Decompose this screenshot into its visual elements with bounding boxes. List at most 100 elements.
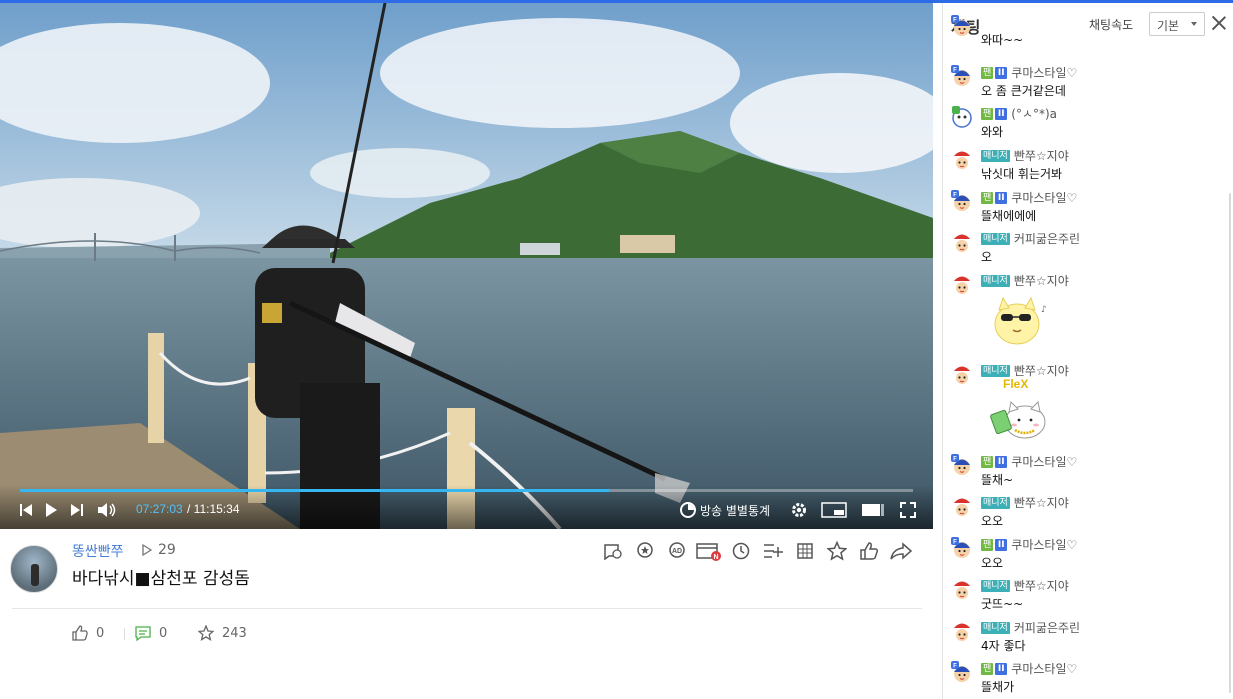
chat-speed-label: 채팅속도 <box>1089 18 1134 32</box>
fan-badge: 팬 <box>981 662 994 675</box>
user-avatar-icon[interactable]: F <box>951 15 973 37</box>
player-controls: 07:27:03 / 11:15:34 방송 별별통계 <box>0 485 933 529</box>
svg-text:♪: ♪ <box>1041 305 1047 315</box>
like-count: 0 <box>96 625 105 641</box>
chat-user-line: 매니저 빤쭈☆지야 <box>981 494 1069 511</box>
user-avatar-icon[interactable]: F <box>951 454 973 476</box>
chat-sticker-image: ♪ <box>989 290 1049 354</box>
streamer-name-link[interactable]: 똥싼빤쭈 <box>72 541 124 561</box>
chat-user-line: 팬 II 쿠마스타일♡ <box>981 453 1077 470</box>
streamer-avatar[interactable] <box>10 545 58 593</box>
chevron-down-icon <box>1191 22 1197 26</box>
chat-text: 뜰채~ <box>981 473 1014 487</box>
video-toolbar: AD N <box>600 540 913 562</box>
settings-gear-icon[interactable] <box>789 499 809 521</box>
current-time: 07:27:03 <box>136 502 183 516</box>
chat-user-line: 매니저 커피굶은주린 <box>981 619 1080 636</box>
favorite-stat[interactable]: 243 <box>198 625 247 641</box>
chat-nickname[interactable]: 빤쭈☆지야 <box>1014 577 1069 594</box>
subscriber-badge: II <box>995 538 1008 551</box>
manager-badge: 매니저 <box>981 621 1010 634</box>
history-clock-icon[interactable] <box>728 540 753 562</box>
info-divider <box>12 608 922 609</box>
favorite-star-icon[interactable] <box>824 540 849 562</box>
play-icon[interactable] <box>43 499 59 521</box>
share-arrow-icon[interactable] <box>888 540 913 562</box>
grid-view-icon[interactable] <box>792 540 817 562</box>
manager-badge: 매니저 <box>981 274 1010 287</box>
fullscreen-icon[interactable] <box>898 499 918 521</box>
chat-nickname[interactable]: 쿠마스타일♡ <box>1011 660 1077 677</box>
ad-balloon-icon[interactable]: AD <box>664 540 689 562</box>
chat-text: 와따~~ <box>981 33 1024 47</box>
chat-nickname[interactable]: 쿠마스타일♡ <box>1011 453 1077 470</box>
user-avatar-icon[interactable] <box>951 578 973 600</box>
chat-text: 오 좀 큰거같은데 <box>981 84 1066 98</box>
user-avatar-icon[interactable] <box>951 363 973 385</box>
sticker-icon[interactable] <box>600 540 625 562</box>
chat-nickname[interactable]: 쿠마스타일♡ <box>1011 189 1077 206</box>
manager-badge: 매니저 <box>981 149 1010 162</box>
like-stat[interactable]: 0 <box>72 625 104 641</box>
user-avatar-icon[interactable] <box>951 231 973 253</box>
like-thumb-icon <box>72 625 88 641</box>
chat-user-line: 팬 II (°ㅅ°*)a <box>981 105 1057 122</box>
user-avatar-icon[interactable] <box>951 620 973 642</box>
close-icon[interactable] <box>1211 15 1227 31</box>
progress-fill <box>20 489 610 492</box>
chat-nickname[interactable]: 커피굶은주린 <box>1014 230 1080 247</box>
broadcast-stats-button[interactable]: 방송 별별통계 <box>680 499 770 521</box>
chat-nickname[interactable]: 쿠마스타일♡ <box>1011 64 1077 81</box>
fan-badge: 팬 <box>981 455 994 468</box>
user-avatar-icon[interactable] <box>951 495 973 517</box>
chat-nickname[interactable]: (°ㅅ°*)a <box>1011 105 1057 122</box>
svg-text:F: F <box>953 540 957 546</box>
svg-text:F: F <box>953 193 957 199</box>
video-player[interactable]: 07:27:03 / 11:15:34 방송 별별통계 <box>0 3 933 529</box>
fan-badge: 팬 <box>981 538 994 551</box>
svg-text:F: F <box>953 18 957 24</box>
chat-panel: 채팅 채팅속도 기본 F와따~~F팬II쿠마스타일♡오 좀 큰거같은데팬II(°… <box>942 3 1233 699</box>
manager-badge: 매니저 <box>981 579 1010 592</box>
view-count: 29 <box>142 542 176 558</box>
chat-speed-value: 기본 <box>1157 19 1180 33</box>
skip-next-icon[interactable] <box>69 499 85 521</box>
star-balloon-icon[interactable] <box>632 540 657 562</box>
theater-mode-icon[interactable] <box>860 499 886 521</box>
play-count-icon <box>142 544 152 556</box>
chat-user-line: 매니저 빤쭈☆지야 <box>981 272 1069 289</box>
chat-scrollbar[interactable] <box>1229 193 1231 693</box>
like-thumb-icon[interactable] <box>856 540 881 562</box>
broadcast-stats-label: 방송 별별통계 <box>700 503 771 518</box>
chat-speed-select[interactable]: 기본 <box>1149 12 1205 36</box>
chat-nickname[interactable]: 쿠마스타일♡ <box>1011 536 1077 553</box>
progress-bar[interactable] <box>20 489 913 492</box>
user-avatar-icon[interactable] <box>951 148 973 170</box>
fan-badge: 팬 <box>981 107 994 120</box>
chat-nickname[interactable]: 빤쭈☆지야 <box>1014 147 1069 164</box>
volume-icon[interactable] <box>96 499 118 521</box>
chat-nickname[interactable]: 커피굶은주린 <box>1014 619 1080 636</box>
user-avatar-icon[interactable] <box>951 106 973 128</box>
chat-text: 낚싯대 휘는거봐 <box>981 167 1063 181</box>
user-avatar-icon[interactable] <box>951 273 973 295</box>
chat-user-line: 팬 II 쿠마스타일♡ <box>981 64 1077 81</box>
add-playlist-icon[interactable] <box>760 540 785 562</box>
comment-stat[interactable]: 0 <box>135 625 167 641</box>
chat-sticker-image: FleX <box>989 377 1055 450</box>
svg-text:F: F <box>953 457 957 463</box>
fan-badge: 팬 <box>981 66 994 79</box>
user-avatar-icon[interactable]: F <box>951 661 973 683</box>
chat-user-line: 매니저 빤쭈☆지야 <box>981 147 1069 164</box>
mini-player-icon[interactable] <box>820 499 848 521</box>
chat-nickname[interactable]: 빤쭈☆지야 <box>1014 272 1069 289</box>
fan-badge: 팬 <box>981 191 994 204</box>
user-avatar-icon[interactable]: F <box>951 65 973 87</box>
chat-user-line: 매니저 빤쭈☆지야 <box>981 577 1069 594</box>
clip-new-icon[interactable]: N <box>696 540 721 562</box>
user-avatar-icon[interactable]: F <box>951 537 973 559</box>
chat-user-line: 팬 II 쿠마스타일♡ <box>981 660 1077 677</box>
chat-nickname[interactable]: 빤쭈☆지야 <box>1014 494 1069 511</box>
skip-previous-icon[interactable] <box>18 499 34 521</box>
user-avatar-icon[interactable]: F <box>951 190 973 212</box>
